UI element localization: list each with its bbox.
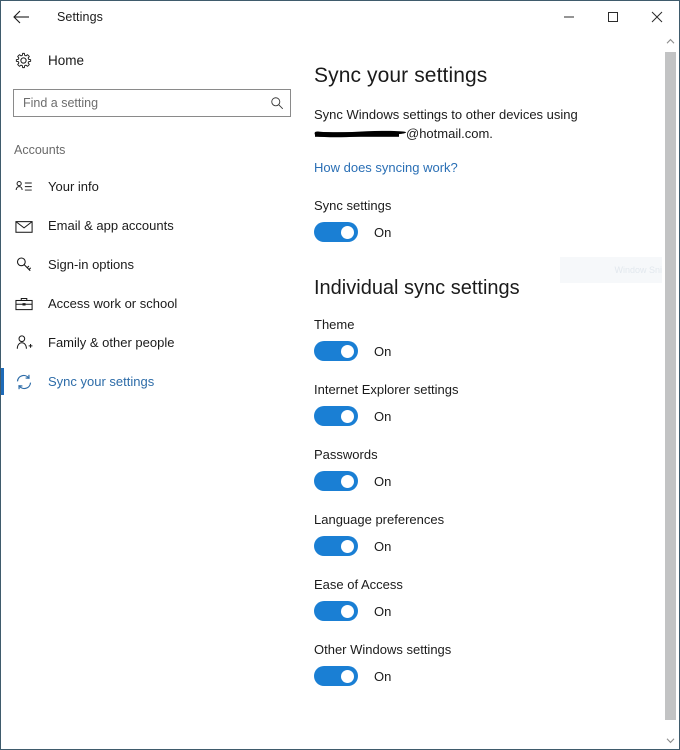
language-preferences-toggle[interactable]: [314, 536, 358, 556]
sync-item-internet-explorer-settings: Internet Explorer settings On: [314, 382, 679, 426]
toggle-knob: [341, 604, 354, 618]
sync-item-state: On: [374, 603, 392, 619]
passwords-toggle[interactable]: [314, 471, 358, 491]
sync-item-toggle-row: On: [314, 406, 679, 426]
sync-item-label: Internet Explorer settings: [314, 382, 459, 397]
individual-sync-settings-heading: Individual sync settings: [314, 277, 520, 299]
main-content: Window Sni Sync your settings Sync Windo…: [307, 33, 679, 749]
sync-item-toggle-row: On: [314, 601, 679, 621]
sync-icon: [15, 373, 45, 391]
sync-item-toggle-row: On: [314, 341, 679, 361]
page-title: Sync your settings: [314, 64, 488, 87]
scrollbar-track[interactable]: [662, 50, 679, 732]
how-does-syncing-work-link[interactable]: How does syncing work?: [314, 160, 458, 175]
sidebar-item-your-info[interactable]: Your info: [1, 167, 307, 206]
sync-settings-toggle[interactable]: [314, 222, 358, 242]
sync-item-toggle-row: On: [314, 471, 679, 491]
sync-item-state: On: [374, 668, 392, 684]
sidebar-item-sign-in-options[interactable]: Sign-in options: [1, 245, 307, 284]
sidebar-item-label: Family & other people: [48, 335, 175, 350]
other-windows-settings-toggle[interactable]: [314, 666, 358, 686]
sync-item-state: On: [374, 343, 392, 359]
sidebar-item-label: Sync your settings: [48, 374, 155, 389]
toggle-knob: [341, 344, 354, 358]
sync-item-label: Language preferences: [314, 512, 445, 527]
sidebar-item-access-work-or-school[interactable]: Access work or school: [1, 284, 307, 323]
minimize-button[interactable]: [547, 1, 591, 33]
user-info-icon: [15, 179, 45, 195]
toggle-knob: [341, 225, 354, 239]
sync-item-label: Passwords: [314, 447, 378, 462]
search-icon[interactable]: [270, 96, 284, 110]
sidebar-item-label: Email & app accounts: [48, 218, 174, 233]
search-box[interactable]: [13, 89, 291, 117]
email-domain: @hotmail.com.: [406, 126, 493, 141]
sync-item-state: On: [374, 538, 392, 554]
toggle-knob: [341, 474, 354, 488]
envelope-icon: [15, 219, 45, 233]
toggle-knob: [341, 539, 354, 553]
chevron-up-icon[interactable]: [662, 33, 679, 50]
sync-item-label: Other Windows settings: [314, 642, 452, 657]
briefcase-icon: [15, 296, 45, 312]
sidebar-item-label: Access work or school: [48, 296, 178, 311]
window-body: Home Accounts: [1, 33, 679, 749]
sidebar-item-email-app-accounts[interactable]: Email & app accounts: [1, 206, 307, 245]
settings-window: Settings Home Find a setting Accounts Yo…: [0, 0, 680, 750]
sidebar-item-label: Your info: [48, 179, 99, 194]
sidebar-item-family-other-people[interactable]: Family & other people: [1, 323, 307, 362]
toggle-knob: [341, 669, 354, 683]
description-line-2: @hotmail.com.: [314, 124, 493, 143]
scrollbar-thumb[interactable]: [665, 52, 676, 720]
internet-explorer-settings-toggle[interactable]: [314, 406, 358, 426]
gear-icon: [15, 52, 45, 69]
page-description: Sync Windows settings to other devices u…: [314, 105, 604, 143]
maximize-button[interactable]: [591, 1, 635, 33]
sync-item-state: On: [374, 473, 392, 489]
sync-item-other-windows-settings: Other Windows settings On: [314, 642, 679, 686]
sync-item-state: On: [374, 408, 392, 424]
key-icon: [15, 256, 45, 273]
close-button[interactable]: [635, 1, 679, 33]
redaction-mark: [314, 130, 406, 138]
sidebar-item-home[interactable]: Home: [1, 43, 307, 77]
vertical-scrollbar[interactable]: [662, 33, 679, 749]
sync-settings-label: Sync settings: [314, 198, 392, 213]
sync-item-toggle-row: On: [314, 666, 679, 686]
window-controls: [547, 1, 679, 33]
back-button[interactable]: [1, 1, 41, 33]
chevron-down-icon[interactable]: [662, 732, 679, 749]
sync-item-passwords: Passwords On: [314, 447, 679, 491]
sidebar-item-label: Sign-in options: [48, 257, 134, 272]
toggle-knob: [341, 409, 354, 423]
title-bar: Settings: [1, 1, 679, 33]
theme-toggle[interactable]: [314, 341, 358, 361]
ease-of-access-toggle[interactable]: [314, 601, 358, 621]
sidebar-section-label: Accounts: [14, 143, 66, 157]
sync-item-theme: Theme On: [314, 317, 679, 361]
sync-item-label: Theme: [314, 317, 355, 332]
sidebar: Home Accounts: [1, 33, 307, 749]
sync-item-label: Ease of Access: [314, 577, 403, 592]
description-line-1: Sync Windows settings to other devices u…: [314, 107, 578, 122]
sync-item-toggle-row: On: [314, 536, 679, 556]
sidebar-item-sync-your-settings[interactable]: Sync your settings: [1, 362, 307, 401]
sync-settings-toggle-row: On: [314, 222, 679, 242]
app-title: Settings: [57, 10, 103, 24]
sync-item-language-preferences: Language preferences On: [314, 512, 679, 556]
sync-settings-state: On: [374, 224, 392, 240]
sync-item-ease-of-access: Ease of Access On: [314, 577, 679, 621]
user-plus-icon: [15, 334, 45, 351]
search-input[interactable]: [13, 89, 291, 117]
sidebar-home-label: Home: [48, 52, 85, 68]
